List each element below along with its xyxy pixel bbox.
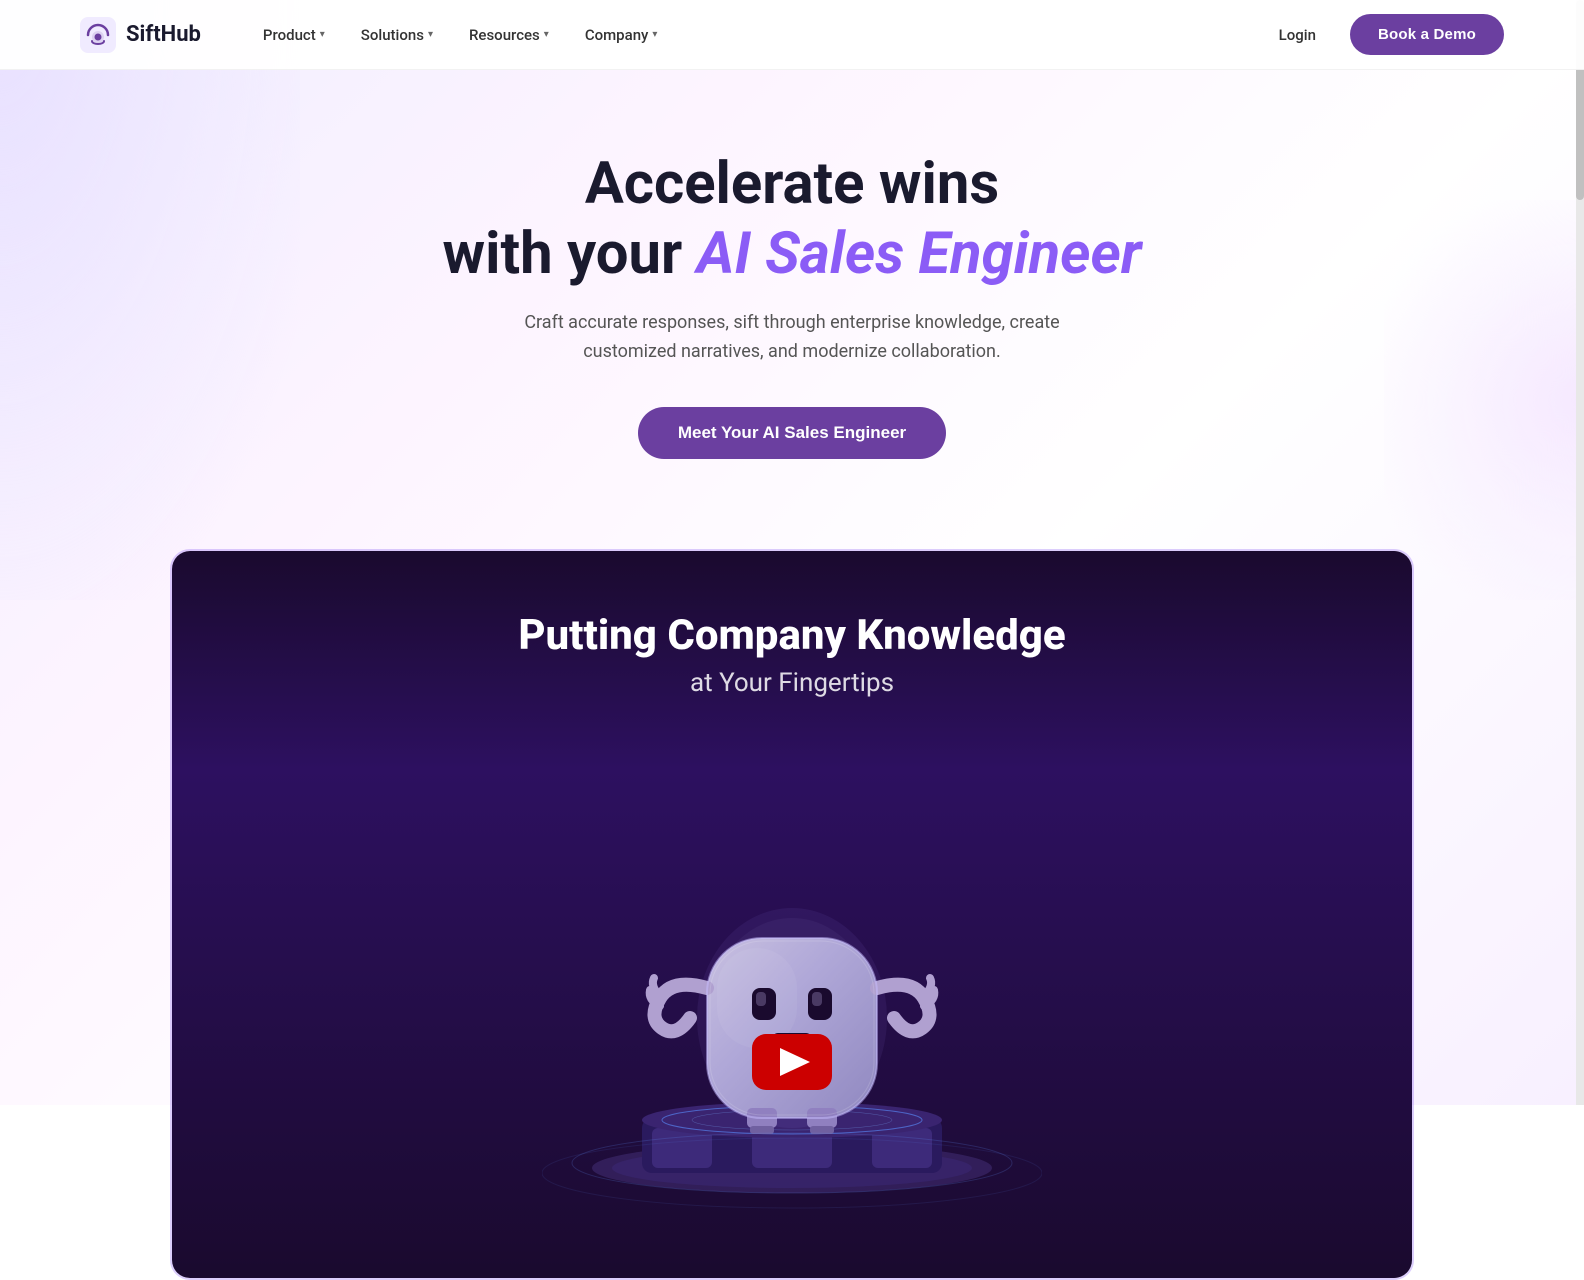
navbar: SiftHub Product ▾ Solutions ▾ Resources …	[0, 0, 1584, 70]
nav-resources[interactable]: Resources ▾	[455, 18, 563, 52]
navbar-right: Login Book a Demo	[1265, 14, 1504, 55]
chevron-down-icon: ▾	[652, 29, 657, 40]
nav-solutions-label: Solutions	[361, 26, 424, 44]
hero-section: Accelerate wins with your AI Sales Engin…	[0, 70, 1584, 509]
logo-icon	[80, 17, 116, 53]
video-subtitle: at Your Fingertips	[690, 668, 894, 698]
nav-solutions[interactable]: Solutions ▾	[347, 18, 447, 52]
video-container: Putting Company Knowledge at Your Finger…	[170, 549, 1414, 1280]
login-button[interactable]: Login	[1265, 18, 1330, 52]
hero-title: Accelerate wins with your AI Sales Engin…	[40, 150, 1544, 289]
chevron-down-icon: ▾	[544, 29, 549, 40]
hero-subtitle: Craft accurate responses, sift through e…	[492, 309, 1092, 367]
nav-product[interactable]: Product ▾	[249, 18, 339, 52]
hero-title-line1: Accelerate wins	[585, 150, 999, 218]
video-title: Putting Company Knowledge	[518, 611, 1065, 660]
robot-illustration	[542, 738, 1042, 1218]
nav-company-label: Company	[585, 26, 649, 44]
nav-links: Product ▾ Solutions ▾ Resources ▾ Compan…	[249, 18, 672, 52]
hero-title-line2: with your AI Sales Engineer	[40, 220, 1544, 290]
logo-text: SiftHub	[126, 22, 201, 47]
logo[interactable]: SiftHub	[80, 17, 201, 53]
chevron-down-icon: ▾	[428, 29, 433, 40]
nav-product-label: Product	[263, 26, 316, 44]
nav-company[interactable]: Company ▾	[571, 18, 672, 52]
robot-scene	[542, 738, 1042, 1218]
meet-ai-button[interactable]: Meet Your AI Sales Engineer	[638, 407, 946, 459]
video-inner: Putting Company Knowledge at Your Finger…	[172, 551, 1412, 1278]
hero-title-accent: AI Sales Engineer	[697, 220, 1142, 288]
hero-title-prefix: with your	[443, 220, 697, 288]
chevron-down-icon: ▾	[320, 29, 325, 40]
nav-resources-label: Resources	[469, 26, 540, 44]
navbar-left: SiftHub Product ▾ Solutions ▾ Resources …	[80, 17, 671, 53]
book-demo-button[interactable]: Book a Demo	[1350, 14, 1504, 55]
scrollbar[interactable]	[1576, 0, 1584, 1105]
